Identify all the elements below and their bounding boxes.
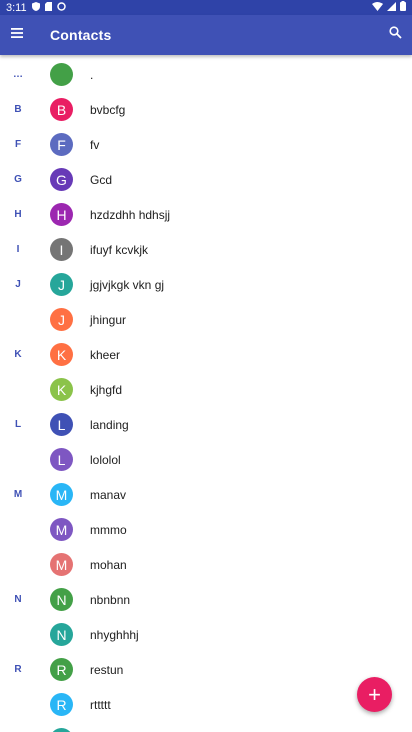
- contact-row[interactable]: H Hhzdzdhh hdhsjj: [0, 197, 412, 232]
- avatar: R: [50, 658, 73, 681]
- contact-name: hzdzdhh hdhsjj: [90, 207, 171, 222]
- section-letter: G: [14, 174, 22, 185]
- contact-name: landing: [90, 417, 129, 432]
- avatar: N: [50, 588, 73, 611]
- contact-row[interactable]: F Ffv: [0, 127, 412, 162]
- avatar: M: [50, 518, 73, 541]
- contact-row[interactable]: Jjhingur: [0, 302, 412, 337]
- wifi-icon: [372, 1, 383, 14]
- battery-icon: [400, 1, 406, 14]
- menu-icon: [10, 26, 24, 45]
- contact-row[interactable]: [0, 722, 412, 732]
- menu-button[interactable]: [0, 15, 34, 55]
- section-letter: L: [14, 419, 22, 430]
- contact-name: mohan: [90, 557, 127, 572]
- shield-icon: [31, 1, 40, 14]
- contact-row[interactable]: ….: [0, 57, 412, 92]
- contact-row[interactable]: J Jjgjvjkgk vkn gj: [0, 267, 412, 302]
- avatar: L: [50, 413, 73, 436]
- contact-name: lololol: [90, 452, 121, 467]
- avatar: M: [50, 553, 73, 576]
- contact-name: Gcd: [90, 172, 113, 187]
- contact-name: .: [90, 67, 94, 82]
- contact-name: nbnbnn: [90, 592, 131, 607]
- contact-row[interactable]: G G Gcd: [0, 162, 412, 197]
- section-letter: I: [16, 244, 20, 255]
- add-icon: +: [368, 681, 381, 707]
- contact-row[interactable]: M Mmanav: [0, 477, 412, 512]
- section-letter: K: [14, 349, 22, 360]
- contact-row[interactable]: Mmmmo: [0, 512, 412, 547]
- avatar: L: [50, 448, 73, 471]
- avatar: K: [50, 378, 73, 401]
- contact-row[interactable]: Kkjhgfd: [0, 372, 412, 407]
- avatar: B: [50, 98, 73, 121]
- sync-icon: [56, 1, 66, 14]
- contact-name: nhyghhhj: [90, 627, 139, 642]
- contact-name: kjhgfd: [90, 382, 123, 397]
- signal-icon: [387, 1, 396, 14]
- section-letter: R: [14, 664, 22, 675]
- contact-name: ifuyf kcvkjk: [90, 242, 149, 257]
- add-contact-button[interactable]: +: [357, 677, 392, 712]
- status-time: 3:11: [6, 1, 27, 14]
- avatar: I: [50, 238, 73, 261]
- section-letter: B: [14, 104, 22, 115]
- contact-row[interactable]: I Iifuyf kcvkjk: [0, 232, 412, 267]
- avatar: F: [50, 133, 73, 156]
- avatar: J: [50, 308, 73, 331]
- contact-name: rttttt: [90, 697, 111, 712]
- avatar: [50, 728, 73, 732]
- contact-name: jhingur: [90, 312, 127, 327]
- avatar: N: [50, 623, 73, 646]
- contact-name: kheer: [90, 347, 121, 362]
- contact-row[interactable]: Nnhyghhhj: [0, 617, 412, 652]
- section-letter: F: [14, 139, 22, 150]
- contact-list[interactable]: …. B Bbvbcfg F Ffv G G Gcd H Hhzdzdhh hdhsjj I Iifu…: [0, 57, 412, 732]
- section-letter: …: [13, 69, 23, 80]
- contact-row[interactable]: Llololol: [0, 442, 412, 477]
- contact-row[interactable]: B Bbvbcfg: [0, 92, 412, 127]
- status-bar: 3:11: [0, 0, 412, 15]
- contact-name: mmmo: [90, 522, 127, 537]
- contact-row[interactable]: N Nnbnbnn: [0, 582, 412, 617]
- app-bar: Contacts: [0, 15, 412, 55]
- section-letter: J: [15, 279, 21, 290]
- contact-row[interactable]: Rrttttt: [0, 687, 412, 722]
- contact-name: manav: [90, 487, 127, 502]
- sd-card-icon: [44, 1, 52, 14]
- section-letter: H: [14, 209, 22, 220]
- page-title: Contacts: [50, 27, 112, 43]
- contact-row[interactable]: Mmohan: [0, 547, 412, 582]
- avatar: M: [50, 483, 73, 506]
- contact-row[interactable]: K Kkheer: [0, 337, 412, 372]
- avatar: R: [50, 693, 73, 716]
- avatar: H: [50, 203, 73, 226]
- section-letter: N: [14, 594, 22, 605]
- avatar: [50, 63, 73, 86]
- contact-row[interactable]: R Rrestun: [0, 652, 412, 687]
- contact-row[interactable]: L Llanding: [0, 407, 412, 442]
- contact-name: fv: [90, 137, 100, 152]
- search-button[interactable]: [378, 15, 412, 55]
- contact-name: jgjvjkgk vkn gj: [90, 277, 165, 292]
- avatar: G: [50, 168, 73, 191]
- contact-name: bvbcfg: [90, 102, 126, 117]
- avatar: J: [50, 273, 73, 296]
- avatar: K: [50, 343, 73, 366]
- section-letter: M: [13, 489, 23, 500]
- search-icon: [388, 26, 402, 44]
- contact-name: restun: [90, 662, 124, 677]
